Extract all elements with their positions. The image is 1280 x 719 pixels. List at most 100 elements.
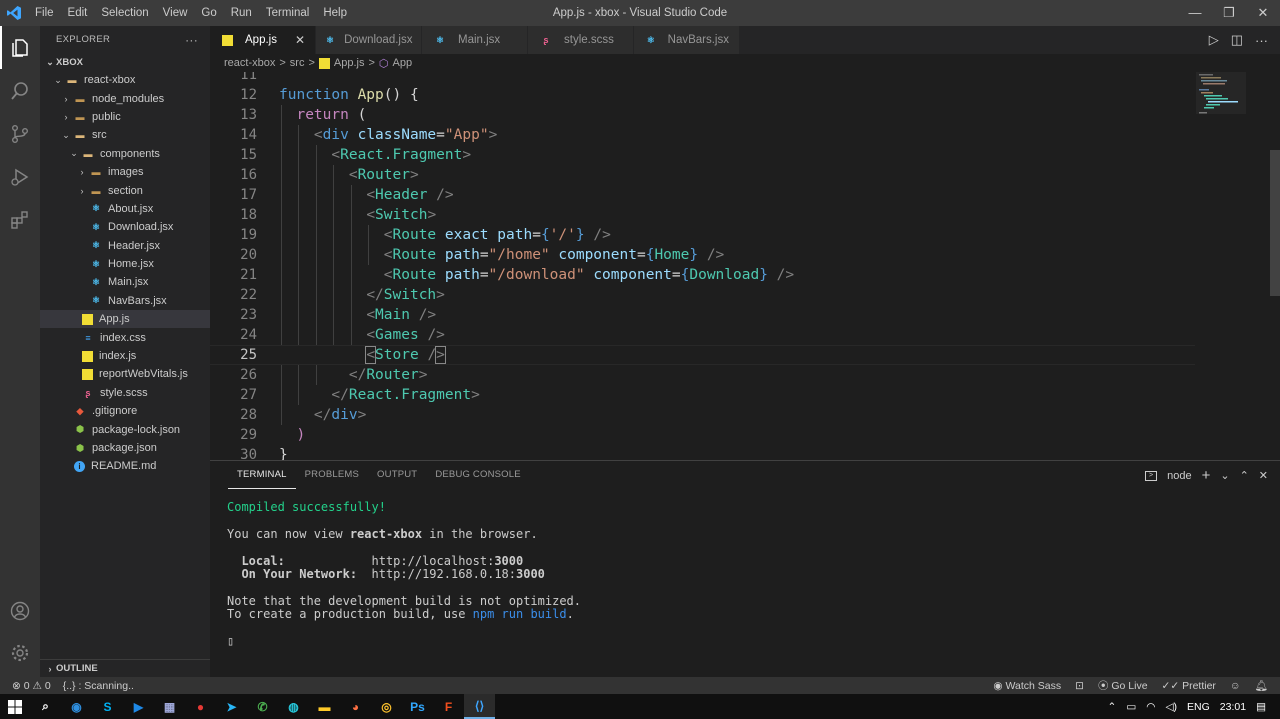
tab-download-jsx[interactable]: ⚛ Download.jsx xyxy=(316,26,422,54)
maximize-icon[interactable]: ❐ xyxy=(1212,0,1246,26)
minimize-icon[interactable]: — xyxy=(1178,0,1212,26)
tree-item[interactable]: ⚛ Header.jsx xyxy=(40,237,210,255)
tree-item[interactable]: ⚛ Home.jsx xyxy=(40,255,210,273)
figma-icon[interactable]: F xyxy=(433,694,464,719)
menu-item-go[interactable]: Go xyxy=(194,0,223,26)
close-panel-icon[interactable]: ✕ xyxy=(1259,469,1268,482)
close-window-icon[interactable]: ✕ xyxy=(1246,0,1280,26)
tree-item[interactable]: index.js xyxy=(40,347,210,365)
tree-item[interactable]: ⚛ About.jsx xyxy=(40,200,210,218)
watch-sass-button[interactable]: ◉ Watch Sass xyxy=(993,680,1061,692)
breadcrumb-file[interactable]: App.js xyxy=(334,57,365,69)
add-terminal-icon[interactable]: + xyxy=(1202,467,1211,484)
maximize-panel-icon[interactable]: ⌃ xyxy=(1240,469,1249,482)
search-icon[interactable] xyxy=(0,69,40,112)
skype-icon[interactable]: S xyxy=(92,694,123,719)
tab-app-js[interactable]: App.js ✕ xyxy=(210,26,316,54)
wifi-icon[interactable]: ◠ xyxy=(1146,701,1155,713)
run-debug-icon[interactable] xyxy=(0,155,40,198)
go-live-button[interactable]: ⦿ Go Live xyxy=(1098,678,1148,693)
language-indicator[interactable]: ENG xyxy=(1187,701,1210,713)
panel-tab-problems[interactable]: PROBLEMS xyxy=(296,462,368,488)
files-icon[interactable]: ▬ xyxy=(309,694,340,719)
tree-item[interactable]: ʂ style.scss xyxy=(40,384,210,402)
more-actions-icon[interactable]: ··· xyxy=(185,33,198,47)
panel-tab-terminal[interactable]: TERMINAL xyxy=(228,462,296,489)
tree-item[interactable]: ⌄ ▬ components xyxy=(40,145,210,163)
tree-item[interactable]: ⬢ package-lock.json xyxy=(40,420,210,438)
tab-navbars-jsx[interactable]: ⚛ NavBars.jsx xyxy=(634,26,740,54)
editor-scrollbar[interactable] xyxy=(1270,150,1280,296)
tree-item[interactable]: ⬢ package.json xyxy=(40,439,210,457)
explorer-icon[interactable] xyxy=(0,26,40,69)
search-icon[interactable]: ⌕ xyxy=(30,694,61,719)
minimap[interactable] xyxy=(1196,72,1256,132)
source-control-icon[interactable] xyxy=(0,112,40,155)
menu-item-edit[interactable]: Edit xyxy=(61,0,95,26)
notifications-bell-icon[interactable]: 🔔︎ xyxy=(1255,679,1268,692)
tree-item[interactable]: ⚛ NavBars.jsx xyxy=(40,292,210,310)
battery-icon[interactable]: ▭ xyxy=(1126,701,1136,713)
tree-item[interactable]: › ▬ node_modules xyxy=(40,89,210,107)
clock[interactable]: 23:01 xyxy=(1220,701,1246,713)
settings-gear-icon[interactable] xyxy=(0,631,40,674)
vscode-icon[interactable]: ⟨⟩ xyxy=(464,694,495,719)
chrome-icon[interactable]: ◎ xyxy=(371,694,402,719)
code-editor[interactable]: 11 12 function App() {13 return (14 <div c… xyxy=(210,72,1280,460)
tree-item[interactable]: › ▬ section xyxy=(40,181,210,199)
firefox-icon[interactable]: ◕ xyxy=(340,694,371,719)
tree-item[interactable]: › ▬ public xyxy=(40,108,210,126)
chevron-down-icon[interactable]: ⌄ xyxy=(1220,469,1229,482)
sass-compile-icon[interactable]: ⊡ xyxy=(1075,680,1084,692)
tree-item[interactable]: reportWebVitals.js xyxy=(40,365,210,383)
breadcrumb-root[interactable]: react-xbox xyxy=(224,57,275,69)
tree-item[interactable]: ⌄ ▬ src xyxy=(40,126,210,144)
menu-item-file[interactable]: File xyxy=(28,0,61,26)
windows-start-icon[interactable] xyxy=(0,694,30,719)
prettier-button[interactable]: ✓✓ Prettier xyxy=(1162,680,1216,692)
more-actions-icon[interactable]: ··· xyxy=(1255,33,1268,48)
app-icon[interactable]: ◍ xyxy=(278,694,309,719)
outline-section[interactable]: › OUTLINE xyxy=(40,659,210,677)
tab-style-scss[interactable]: ʂ style.scss xyxy=(528,26,634,54)
breadcrumb-symbol[interactable]: App xyxy=(393,57,413,69)
problems-indicator[interactable]: ⊗ 0 ⚠ 0 xyxy=(12,680,51,692)
telegram-icon[interactable]: ➤ xyxy=(216,694,247,719)
edge-icon[interactable]: ◉ xyxy=(61,694,92,719)
menu-item-run[interactable]: Run xyxy=(224,0,259,26)
tree-item[interactable]: ⚛ Download.jsx xyxy=(40,218,210,236)
volume-icon[interactable]: ◁) xyxy=(1165,701,1177,713)
panel-tab-output[interactable]: OUTPUT xyxy=(368,462,426,488)
account-icon[interactable] xyxy=(0,589,40,632)
menu-item-view[interactable]: View xyxy=(156,0,195,26)
menu-item-help[interactable]: Help xyxy=(316,0,354,26)
run-file-icon[interactable]: ▷ xyxy=(1209,32,1219,48)
whatsapp-icon[interactable]: ✆ xyxy=(247,694,278,719)
tree-item[interactable]: i README.md xyxy=(40,457,210,475)
media-icon[interactable]: ▶ xyxy=(123,694,154,719)
calculator-icon[interactable]: ▦ xyxy=(154,694,185,719)
tree-item[interactable]: App.js xyxy=(40,310,210,329)
tree-item[interactable]: › ▬ images xyxy=(40,163,210,181)
close-tab-icon[interactable]: ✕ xyxy=(295,33,305,47)
workspace-section[interactable]: ⌄ XBOX xyxy=(40,53,210,71)
breadcrumb-folder[interactable]: src xyxy=(290,57,305,69)
terminal-shell[interactable]: node xyxy=(1167,470,1191,482)
menu-item-selection[interactable]: Selection xyxy=(94,0,155,26)
tab-main-jsx[interactable]: ⚛ Main.jsx xyxy=(422,26,528,54)
menu-item-terminal[interactable]: Terminal xyxy=(259,0,316,26)
tree-item[interactable]: ◆ .gitignore xyxy=(40,402,210,420)
tree-item[interactable]: ⌄ ▬ react-xbox xyxy=(40,71,210,89)
terminal-output[interactable]: Compiled successfully! You can now view r… xyxy=(227,500,581,648)
panel-tab-debug-console[interactable]: DEBUG CONSOLE xyxy=(426,462,529,488)
record-icon[interactable]: ● xyxy=(185,694,216,719)
extensions-icon[interactable] xyxy=(0,198,40,241)
notifications-icon[interactable]: ▤ xyxy=(1256,701,1266,713)
tree-item[interactable]: ⚛ Main.jsx xyxy=(40,273,210,291)
feedback-icon[interactable]: ☺ xyxy=(1230,680,1241,692)
chevron-up-icon[interactable]: ⌃ xyxy=(1108,701,1117,713)
photoshop-icon[interactable]: Ps xyxy=(402,694,433,719)
code-text: <Store /> xyxy=(365,346,446,364)
tree-item[interactable]: ≡ index.css xyxy=(40,328,210,346)
split-editor-icon[interactable]: ◫ xyxy=(1231,32,1243,48)
